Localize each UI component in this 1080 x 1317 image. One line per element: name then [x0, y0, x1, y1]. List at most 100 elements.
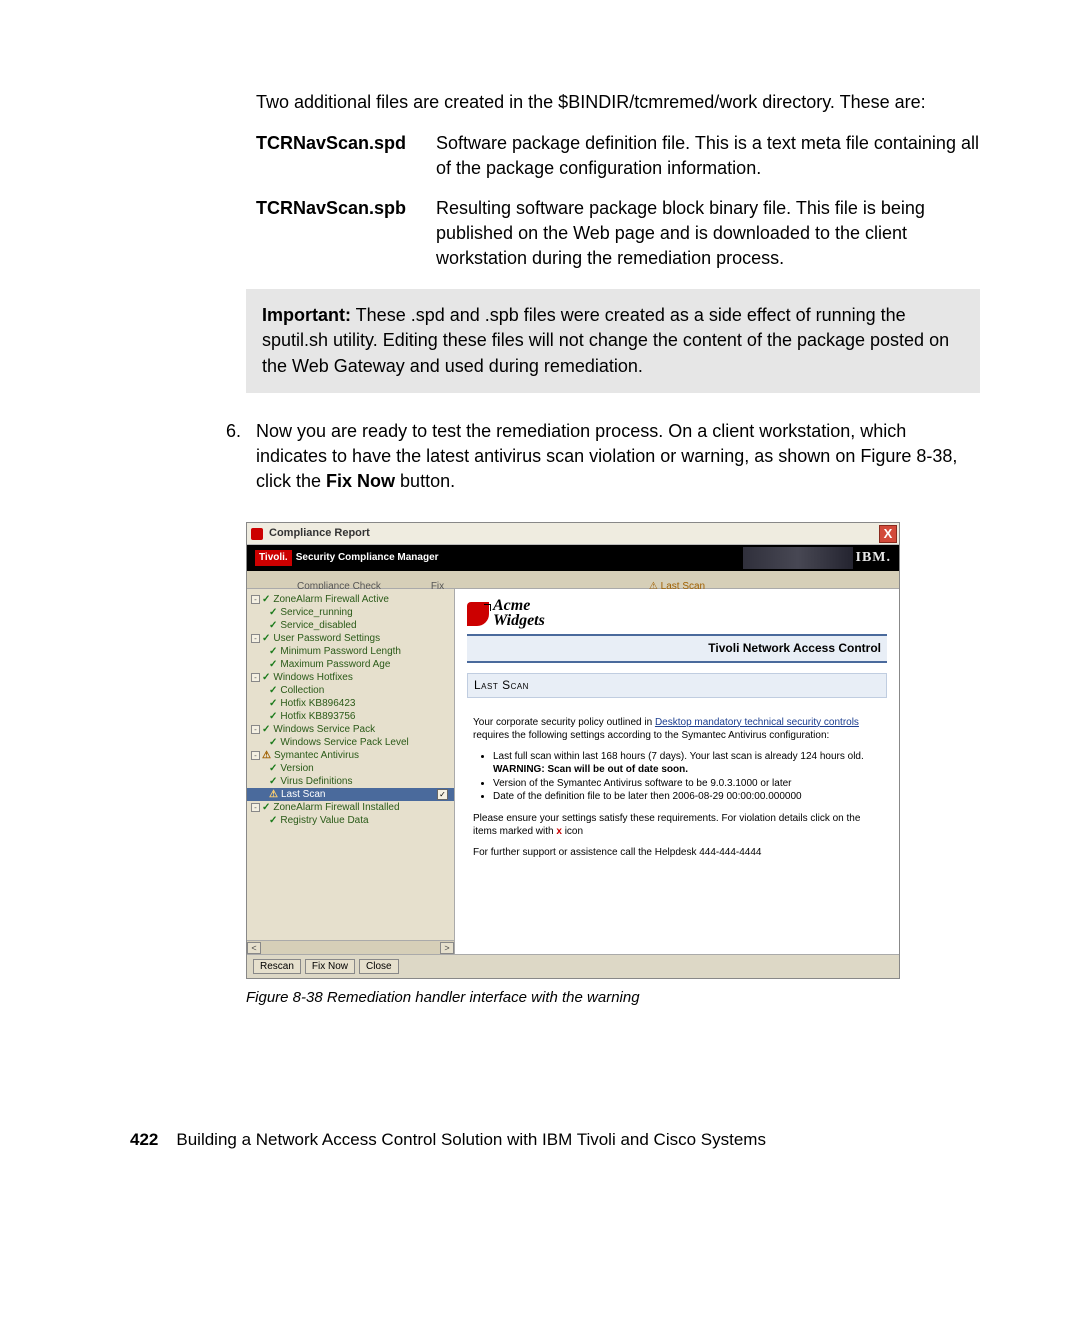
- collapse-toggle-icon[interactable]: -: [251, 803, 260, 812]
- compliance-tree[interactable]: -✓ZoneAlarm Firewall Active✓Service_runn…: [247, 589, 455, 954]
- tree-item-label: Windows Service Pack Level: [280, 736, 408, 750]
- page-footer: 422 Building a Network Access Control So…: [130, 1128, 980, 1152]
- scroll-left-icon[interactable]: <: [247, 942, 261, 954]
- ibm-logo: IBM.: [856, 548, 892, 568]
- tree-item[interactable]: ✓Windows Service Pack Level: [247, 736, 454, 749]
- warning-icon: ⚠: [269, 788, 278, 802]
- collapse-toggle-icon[interactable]: -: [251, 673, 260, 682]
- check-icon: ✓: [262, 593, 270, 607]
- tree-item-label: Windows Service Pack: [273, 723, 375, 737]
- scroll-right-icon[interactable]: >: [440, 942, 454, 954]
- check-icon: ✓: [262, 801, 270, 815]
- tree-item[interactable]: ✓Hotfix KB893756: [247, 710, 454, 723]
- tree-item-label: Windows Hotfixes: [273, 671, 352, 685]
- tree-item[interactable]: -✓User Password Settings: [247, 632, 454, 645]
- policy-intro: Your corporate security policy outlined …: [473, 716, 881, 742]
- def-desc-spb: Resulting software package block binary …: [436, 196, 980, 272]
- collapse-toggle-icon[interactable]: -: [251, 634, 260, 643]
- tree-item-label: Minimum Password Length: [280, 645, 401, 659]
- check-icon: ✓: [262, 632, 270, 646]
- tree-item-label: Maximum Password Age: [280, 658, 390, 672]
- tree-item-label: Collection: [280, 684, 324, 698]
- tree-item-label: Virus Definitions: [280, 775, 352, 789]
- requirement-item: Date of the definition file to be later …: [493, 790, 881, 804]
- tree-item[interactable]: ✓Service_disabled: [247, 619, 454, 632]
- button-bar: Rescan Fix Now Close: [247, 954, 899, 978]
- step-number: 6.: [226, 419, 256, 495]
- check-icon: ✓: [269, 814, 277, 828]
- brand-product-name: Security Compliance Manager: [296, 551, 439, 565]
- def-term-spb: TCRNavScan.spb: [256, 196, 436, 272]
- tree-item-label: Hotfix KB896423: [280, 697, 355, 711]
- policy-link[interactable]: Desktop mandatory technical security con…: [655, 717, 859, 728]
- tnac-header: Tivoli Network Access Control: [467, 634, 887, 663]
- tree-item-label: ZoneAlarm Firewall Active: [273, 593, 389, 607]
- tree-item[interactable]: ⚠Last Scan✓: [247, 788, 454, 801]
- check-icon: ✓: [269, 619, 277, 633]
- tree-item[interactable]: ✓Maximum Password Age: [247, 658, 454, 671]
- definition-list: TCRNavScan.spd Software package definiti…: [256, 131, 980, 271]
- tree-item-label: Service_running: [280, 606, 352, 620]
- check-icon: ✓: [269, 684, 277, 698]
- def-desc-spd: Software package definition file. This i…: [436, 131, 980, 181]
- step-6: 6. Now you are ready to test the remedia…: [226, 419, 980, 495]
- def-term-spd: TCRNavScan.spd: [256, 131, 436, 181]
- fixnow-checkbox[interactable]: ✓: [437, 789, 448, 800]
- horizontal-scrollbar[interactable]: <>: [247, 940, 454, 954]
- tree-item[interactable]: ✓Virus Definitions: [247, 775, 454, 788]
- page-number: 422: [130, 1128, 158, 1152]
- tree-item[interactable]: ✓Minimum Password Length: [247, 645, 454, 658]
- collapse-toggle-icon[interactable]: -: [251, 751, 260, 760]
- acme-logo: AcmeWidgets: [467, 599, 545, 628]
- check-icon: ✓: [262, 723, 270, 737]
- close-icon[interactable]: X: [879, 525, 897, 543]
- note-label: Important:: [262, 305, 351, 325]
- tivoli-logo: Tivoli.: [255, 550, 292, 566]
- requirements-list: Last full scan within last 168 hours (7 …: [493, 750, 881, 804]
- check-icon: ✓: [269, 775, 277, 789]
- tree-item-label: Symantec Antivirus: [274, 749, 359, 763]
- column-headers: Compliance Check Fix Now ⚠ Last Scan: [247, 571, 899, 589]
- check-icon: ✓: [269, 736, 277, 750]
- tree-item[interactable]: -✓Windows Hotfixes: [247, 671, 454, 684]
- check-icon: ✓: [269, 658, 277, 672]
- requirement-item: Version of the Symantec Antivirus softwa…: [493, 777, 881, 791]
- tree-item-label: Service_disabled: [280, 619, 356, 633]
- tree-item-label: Registry Value Data: [280, 814, 368, 828]
- app-icon: [251, 528, 263, 540]
- window-title: Compliance Report: [269, 526, 370, 541]
- tree-item-label: Hotfix KB893756: [280, 710, 355, 724]
- tree-item-label: Version: [280, 762, 313, 776]
- tree-item[interactable]: ✓Version: [247, 762, 454, 775]
- step-text: Now you are ready to test the remediatio…: [256, 419, 980, 495]
- book-title: Building a Network Access Control Soluti…: [176, 1128, 766, 1152]
- check-icon: ✓: [269, 645, 277, 659]
- tree-item[interactable]: ✓Service_running: [247, 606, 454, 619]
- tree-item[interactable]: ✓Hotfix KB896423: [247, 697, 454, 710]
- helpdesk-line: For further support or assistence call t…: [473, 846, 881, 859]
- note-body: These .spd and .spb files were created a…: [262, 305, 949, 375]
- section-header-last-scan: Last Scan: [467, 673, 887, 698]
- figure-caption: Figure 8-38 Remediation handler interfac…: [246, 987, 980, 1008]
- tree-item[interactable]: -✓ZoneAlarm Firewall Active: [247, 593, 454, 606]
- check-icon: ✓: [269, 762, 277, 776]
- tree-item[interactable]: -✓Windows Service Pack: [247, 723, 454, 736]
- collapse-toggle-icon[interactable]: -: [251, 595, 260, 604]
- fixnow-button[interactable]: Fix Now: [305, 959, 355, 974]
- brand-bar: Tivoli. Security Compliance Manager IBM.: [247, 545, 899, 571]
- violation-hint: Please ensure your settings satisfy thes…: [473, 812, 881, 838]
- check-icon: ✓: [262, 671, 270, 685]
- intro-paragraph: Two additional files are created in the …: [256, 90, 980, 115]
- check-icon: ✓: [269, 606, 277, 620]
- tree-item[interactable]: -⚠Symantec Antivirus: [247, 749, 454, 762]
- important-note: Important: These .spd and .spb files wer…: [246, 289, 980, 393]
- tree-item[interactable]: -✓ZoneAlarm Firewall Installed: [247, 801, 454, 814]
- brand-image: [743, 547, 853, 569]
- tree-item[interactable]: ✓Registry Value Data: [247, 814, 454, 827]
- check-icon: ✓: [269, 697, 277, 711]
- rescan-button[interactable]: Rescan: [253, 959, 301, 974]
- close-button[interactable]: Close: [359, 959, 399, 974]
- tree-item[interactable]: ✓Collection: [247, 684, 454, 697]
- requirement-item: Last full scan within last 168 hours (7 …: [493, 750, 881, 777]
- collapse-toggle-icon[interactable]: -: [251, 725, 260, 734]
